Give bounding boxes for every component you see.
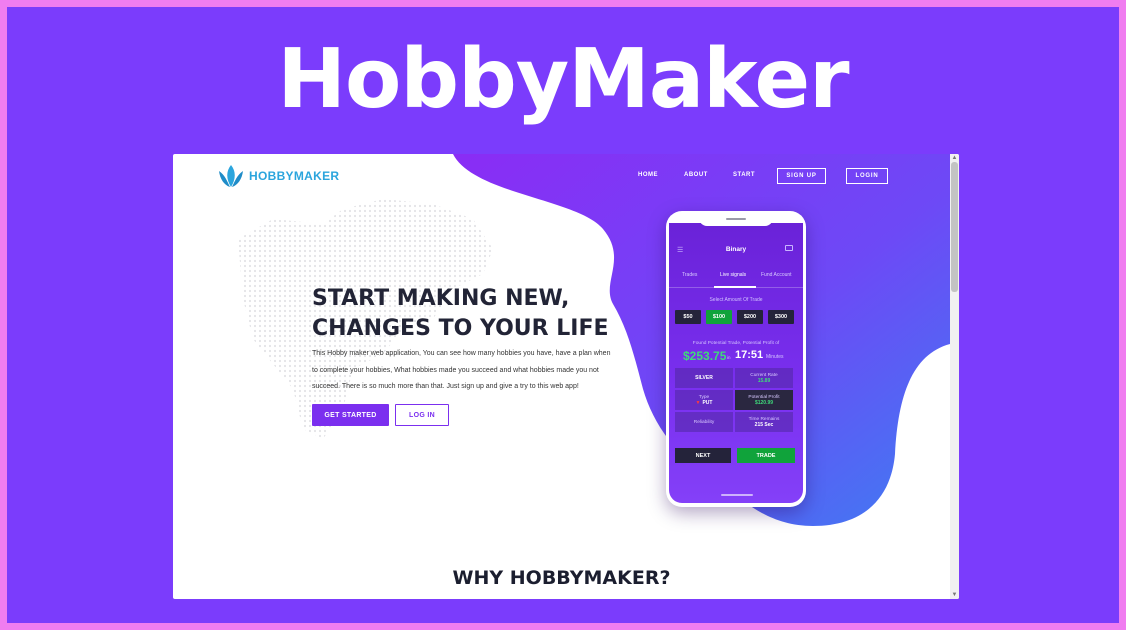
phone-mockup: ☰ Binary Trades Live signals Fund Accoun… <box>666 211 806 507</box>
trade-button[interactable]: TRADE <box>737 448 795 463</box>
reliability-label: Reliability <box>693 419 715 425</box>
home-indicator <box>721 494 753 496</box>
current-rate-value: 15.89 <box>757 377 771 384</box>
app-title: Binary <box>725 246 747 253</box>
select-amount-label: Select Amount Of Trade <box>709 297 763 303</box>
minutes-label: Minutes <box>766 354 784 360</box>
trade-info-grid: SILVER Current Rate 15.89 Type ▼ PUT Pot… <box>675 368 797 440</box>
type-value: PUT <box>702 399 713 406</box>
amount-100-button[interactable]: $100 <box>706 310 732 324</box>
tier-cell: SILVER <box>675 368 733 388</box>
nav-about[interactable]: ABOUT <box>684 172 708 178</box>
phone-notch <box>699 214 773 226</box>
phone-speaker <box>726 218 746 220</box>
type-cell: Type ▼ PUT <box>675 390 733 410</box>
banner-title: HobbyMaker <box>277 32 849 127</box>
website-screenshot: HOBBYMAKER HOME ABOUT START SIGN UP LOGI… <box>173 154 959 599</box>
time-value: 17:51 <box>735 349 764 361</box>
headline-line-1: START MAKING NEW, <box>312 286 570 311</box>
found-trade-label: Found Potential Trade, Potential Profit … <box>692 341 780 346</box>
next-button[interactable]: NEXT <box>675 448 731 463</box>
reliability-cell: Reliability <box>675 412 733 432</box>
potential-profit-cell: Potential Profit $120.99 <box>735 390 793 410</box>
active-tab-indicator <box>714 286 756 288</box>
page-scrollbar[interactable]: ▲ ▼ <box>950 154 959 599</box>
description-line-2: to complete your hobbies, What hobbies m… <box>312 366 599 374</box>
get-started-button[interactable]: GET STARTED <box>312 404 389 426</box>
profit-value: $253.75 <box>683 349 727 363</box>
in-label: in <box>727 355 731 360</box>
potential-profit-value: $120.99 <box>754 399 774 406</box>
hero-headline: START MAKING NEW, CHANGES TO YOUR LIFE <box>312 284 652 344</box>
scrollbar-thumb[interactable] <box>951 162 958 292</box>
tab-live-signals[interactable]: Live signals <box>720 272 746 278</box>
time-remains-cell: Time Remains 215 Sec <box>735 412 793 432</box>
amount-300-button[interactable]: $300 <box>768 310 794 324</box>
time-remains-value: 215 Sec <box>754 421 774 428</box>
login-button[interactable]: LOGIN <box>846 168 888 184</box>
type-row: ▼ PUT <box>696 400 713 406</box>
tier-value: SILVER <box>695 375 713 381</box>
scroll-down-icon[interactable]: ▼ <box>951 592 958 598</box>
current-rate-cell: Current Rate 15.89 <box>735 368 793 388</box>
app-tabs: Trades Live signals Fund Account <box>669 270 803 288</box>
nav-home[interactable]: HOME <box>638 172 658 178</box>
top-navigation: HOME ABOUT START SIGN UP LOGIN <box>173 168 959 186</box>
log-in-button[interactable]: LOG IN <box>395 404 449 426</box>
nav-start[interactable]: START <box>733 172 755 178</box>
why-heading: WHY HOBBYMAKER? <box>452 567 671 589</box>
headline-line-2: CHANGES TO YOUR LIFE <box>312 316 609 341</box>
phone-screen: ☰ Binary Trades Live signals Fund Accoun… <box>669 223 803 503</box>
tab-fund-account[interactable]: Fund Account <box>761 272 792 278</box>
scroll-up-icon[interactable]: ▲ <box>951 155 958 161</box>
description-line-3: succeed. There is so much more than that… <box>312 383 579 390</box>
wallet-icon[interactable] <box>785 245 793 251</box>
hero-description: This Hobby maker web application, You ca… <box>312 346 637 396</box>
signup-button[interactable]: SIGN UP <box>777 168 826 184</box>
amount-50-button[interactable]: $50 <box>675 310 701 324</box>
amount-200-button[interactable]: $200 <box>737 310 763 324</box>
description-line-1: This Hobby maker web application, You ca… <box>312 350 611 357</box>
tab-trades[interactable]: Trades <box>682 272 697 278</box>
down-arrow-icon: ▼ <box>695 399 701 406</box>
